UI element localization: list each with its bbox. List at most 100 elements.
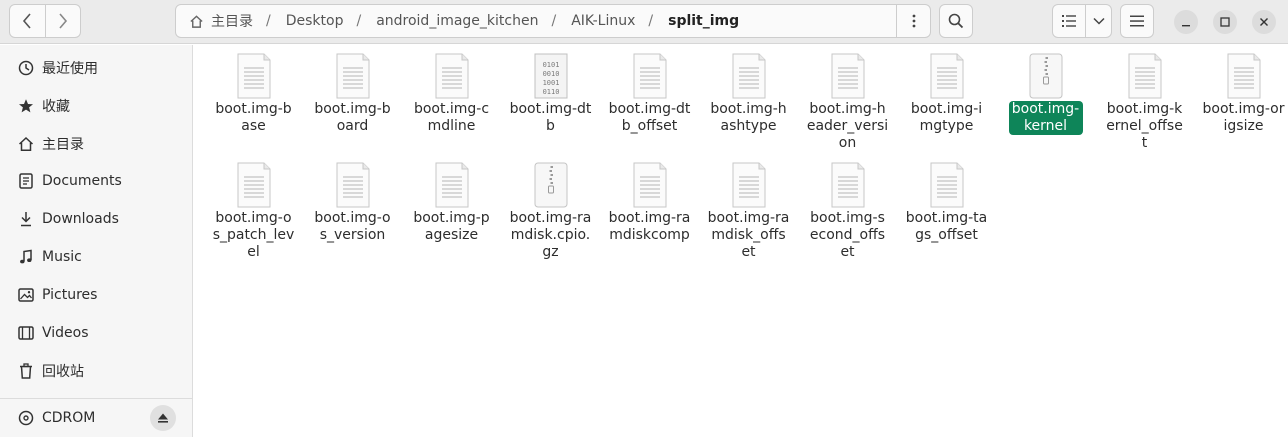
main-menu-button[interactable]: [1120, 4, 1154, 38]
breadcrumb-split-img[interactable]: split_img: [666, 13, 741, 29]
file-item[interactable]: boot.img-kernel_offset: [1095, 52, 1194, 155]
file-item[interactable]: boot.img-os_version: [303, 161, 402, 264]
file-item[interactable]: 0101 0010 1001 0110 boot.img-dtb: [501, 52, 600, 155]
text-file-icon: [234, 52, 274, 100]
breadcrumb-label: Desktop: [285, 13, 344, 29]
file-item[interactable]: boot.img-imgtype: [897, 52, 996, 155]
text-file-icon: [1224, 52, 1264, 100]
file-name: boot.img-kernel_offset: [1106, 101, 1183, 151]
vertical-dots-icon: [912, 14, 916, 28]
close-button[interactable]: [1252, 10, 1276, 34]
file-item[interactable]: boot.img-base: [204, 52, 303, 155]
sidebar-item-trash[interactable]: 回收站: [0, 353, 192, 389]
file-item[interactable]: boot.img-board: [303, 52, 402, 155]
svg-text:0110: 0110: [542, 88, 559, 96]
svg-text:1001: 1001: [542, 79, 559, 87]
star-icon: [16, 96, 36, 116]
breadcrumb-aik-linux[interactable]: AIK-Linux: [569, 13, 637, 29]
sidebar-item-recent[interactable]: 最近使用: [0, 50, 192, 86]
text-file-icon: [927, 161, 967, 209]
sidebar-item-label: Pictures: [42, 287, 98, 303]
breadcrumb-separator: /: [648, 13, 654, 29]
maximize-button[interactable]: [1213, 10, 1237, 34]
header-bar: 主目录 / Desktop / android_image_kitchen / …: [0, 0, 1288, 44]
sidebar-item-starred[interactable]: 收藏: [0, 88, 192, 124]
text-file-icon: [729, 161, 769, 209]
binary-file-icon: 0101 0010 1001 0110: [531, 52, 571, 100]
text-file-icon: [432, 52, 472, 100]
sidebar-item-label: 主目录: [42, 137, 84, 153]
view-options: [1052, 4, 1112, 38]
file-item[interactable]: boot.img-ramdisk_offset: [699, 161, 798, 264]
chevron-left-icon: [23, 13, 31, 29]
file-item[interactable]: boot.img-os_patch_level: [204, 161, 303, 264]
file-grid: boot.img-base boot.img-board boot.img-cmdl…: [204, 52, 1285, 264]
file-item[interactable]: boot.img-cmdline: [402, 52, 501, 155]
eject-icon: [158, 413, 168, 423]
sidebar-item-label: 收藏: [42, 99, 70, 115]
sidebar-item-home[interactable]: 主目录: [0, 126, 192, 162]
search-icon: [948, 13, 964, 29]
download-icon: [16, 209, 36, 229]
breadcrumb-separator: /: [551, 13, 557, 29]
path-menu-button[interactable]: [896, 5, 931, 37]
path-bar: 主目录 / Desktop / android_image_kitchen / …: [175, 4, 931, 38]
eject-button[interactable]: [150, 405, 176, 431]
minimize-button[interactable]: [1174, 10, 1198, 34]
sidebar-divider: [0, 398, 192, 399]
sidebar-item-label: 最近使用: [42, 61, 98, 77]
breadcrumb-label: android_image_kitchen: [376, 13, 539, 29]
minimize-icon: [1182, 25, 1190, 27]
sidebar-item-label: 回收站: [42, 364, 84, 380]
sidebar-item-downloads[interactable]: Downloads: [0, 201, 192, 237]
file-view[interactable]: boot.img-base boot.img-board boot.img-cmdl…: [194, 45, 1288, 437]
file-item[interactable]: boot.img-hashtype: [699, 52, 798, 155]
file-item[interactable]: boot.img-kernel: [996, 52, 1095, 155]
back-button[interactable]: [10, 5, 45, 37]
chevron-down-icon: [1093, 17, 1105, 25]
forward-button[interactable]: [44, 5, 81, 37]
clock-icon: [16, 58, 36, 78]
home-icon: [16, 134, 36, 154]
breadcrumb-label: split_img: [668, 13, 740, 29]
file-item[interactable]: boot.img-second_offset: [798, 161, 897, 264]
file-name: boot.img-ramdisk.cpio.gz: [509, 210, 592, 260]
sidebar-item-documents[interactable]: Documents: [0, 163, 192, 199]
text-file-icon: [333, 52, 373, 100]
sidebar-item-pictures[interactable]: Pictures: [0, 277, 192, 313]
file-item[interactable]: boot.img-origsize: [1194, 52, 1288, 155]
file-name: boot.img-tags_offset: [905, 210, 988, 243]
file-item[interactable]: boot.img-dtb_offset: [600, 52, 699, 155]
text-file-icon: [927, 52, 967, 100]
sidebar-item-videos[interactable]: Videos: [0, 315, 192, 351]
file-name: boot.img-header_version: [806, 101, 889, 151]
file-item[interactable]: boot.img-ramdiskcomp: [600, 161, 699, 264]
list-view-icon: [1062, 15, 1077, 27]
breadcrumb-label: AIK-Linux: [571, 13, 636, 29]
text-file-icon: [432, 161, 472, 209]
view-dropdown-button[interactable]: [1086, 5, 1111, 37]
file-item[interactable]: boot.img-header_version: [798, 52, 897, 155]
archive-file-icon: [1026, 52, 1066, 100]
breadcrumb-android-image-kitchen[interactable]: android_image_kitchen: [374, 13, 540, 29]
chevron-right-icon: [59, 13, 67, 29]
breadcrumb-desktop[interactable]: Desktop: [284, 13, 346, 29]
search-button[interactable]: [939, 4, 973, 38]
file-item[interactable]: boot.img-pagesize: [402, 161, 501, 264]
text-file-icon: [729, 52, 769, 100]
sidebar: 最近使用 收藏 主目录 Documents Downloads Music Pi…: [0, 45, 193, 437]
file-item[interactable]: boot.img-tags_offset: [897, 161, 996, 264]
sidebar-item-music[interactable]: Music: [0, 239, 192, 275]
file-name: boot.img-second_offset: [809, 210, 886, 260]
sidebar-item-label: Downloads: [42, 211, 119, 227]
list-view-button[interactable]: [1053, 5, 1087, 37]
breadcrumb-label: 主目录: [211, 14, 253, 30]
sidebar-item-label: Videos: [42, 325, 89, 341]
file-name: boot.img-board: [314, 101, 391, 134]
file-name: boot.img-imgtype: [910, 101, 983, 134]
document-icon: [16, 171, 36, 191]
sidebar-item-label: Music: [42, 249, 82, 265]
breadcrumb-home[interactable]: 主目录: [187, 11, 255, 31]
file-item[interactable]: boot.img-ramdisk.cpio.gz: [501, 161, 600, 264]
file-name: boot.img-dtb_offset: [608, 101, 691, 134]
